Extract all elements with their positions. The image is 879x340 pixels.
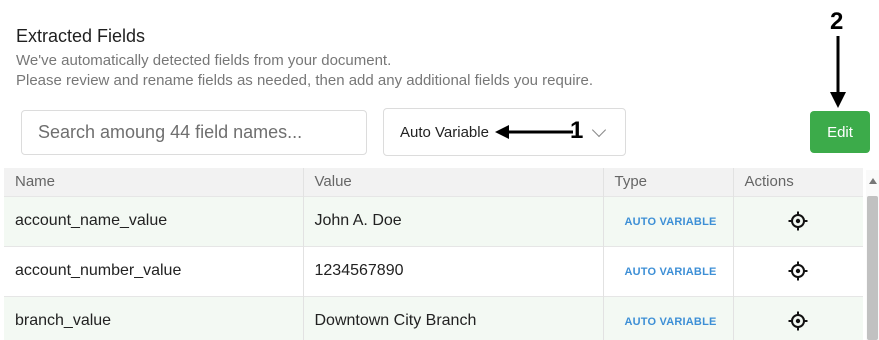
column-header-actions: Actions: [733, 168, 863, 196]
actions-cell: [733, 195, 863, 246]
column-header-name[interactable]: Name: [4, 168, 304, 196]
actions-cell: [733, 245, 863, 296]
target-icon[interactable]: [788, 261, 808, 281]
table-row[interactable]: account_number_value 1234567890 AUTO VAR…: [4, 245, 863, 296]
chevron-down-icon: [591, 122, 607, 138]
annotation-marker-2: 2: [830, 8, 844, 35]
target-icon[interactable]: [788, 311, 808, 331]
annotation-arrow-left-icon: [495, 125, 573, 139]
edit-button[interactable]: Edit: [810, 111, 870, 153]
field-name-cell[interactable]: account_name_value: [4, 195, 304, 246]
type-badge: AUTO VARIABLE: [624, 316, 717, 329]
scrollbar-thumb[interactable]: [867, 196, 878, 340]
field-name-cell[interactable]: account_number_value: [4, 245, 304, 296]
description-line-2: Please review and rename fields as neede…: [16, 72, 594, 89]
annotation-marker-1: 1: [570, 117, 584, 144]
field-name-cell[interactable]: branch_value: [4, 295, 304, 340]
table-row[interactable]: account_name_value John A. Doe AUTO VARI…: [4, 195, 863, 246]
column-header-value[interactable]: Value: [303, 168, 604, 196]
fields-table: Name Value Type Actions account_name_val…: [4, 168, 863, 340]
field-value-cell[interactable]: John A. Doe: [303, 195, 604, 246]
field-type-cell: AUTO VARIABLE: [603, 295, 734, 340]
field-value-cell[interactable]: 1234567890: [303, 245, 604, 296]
column-header-type[interactable]: Type: [603, 168, 734, 196]
table-header-row: Name Value Type Actions: [4, 168, 863, 196]
section-title: Extracted Fields: [16, 26, 146, 46]
search-input[interactable]: [21, 110, 367, 155]
annotation-arrow-down-icon: [830, 36, 846, 108]
field-type-cell: AUTO VARIABLE: [603, 195, 734, 246]
field-value-cell[interactable]: Downtown City Branch: [303, 295, 604, 340]
type-badge: AUTO VARIABLE: [624, 216, 717, 228]
type-badge: AUTO VARIABLE: [624, 266, 717, 278]
actions-cell: [733, 295, 863, 340]
target-icon[interactable]: [788, 211, 808, 231]
description-line-1: We've automatically detected fields from…: [16, 52, 392, 69]
field-type-cell: AUTO VARIABLE: [603, 245, 734, 296]
table-row[interactable]: branch_value Downtown City Branch AUTO V…: [4, 295, 863, 340]
scroll-up-arrow-icon[interactable]: [869, 178, 877, 184]
type-filter-value: Auto Variable: [400, 124, 489, 141]
